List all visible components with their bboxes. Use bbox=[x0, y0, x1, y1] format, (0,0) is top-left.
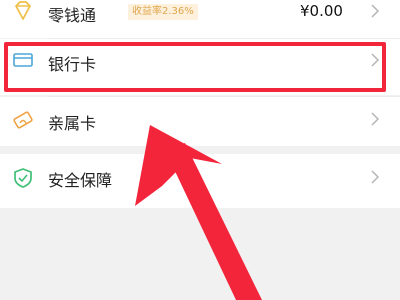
wallet-row-label: 零钱通 bbox=[48, 6, 97, 25]
balance-amount: ¥0.00 bbox=[300, 2, 343, 20]
chevron-right-icon bbox=[371, 4, 380, 18]
section-gap bbox=[0, 146, 400, 154]
yield-rate-badge: 收益率2.36% bbox=[128, 4, 198, 20]
wallet-row-family-card[interactable]: 亲属卡 bbox=[0, 97, 400, 153]
diamond-icon bbox=[15, 1, 31, 20]
shield-icon bbox=[14, 168, 32, 188]
wallet-row-security[interactable]: 安全保障 bbox=[0, 154, 400, 210]
chevron-right-icon bbox=[371, 112, 380, 126]
highlight-box bbox=[4, 42, 386, 92]
wallet-row-label: 安全保障 bbox=[48, 171, 113, 190]
chevron-right-icon bbox=[371, 170, 380, 184]
empty-background bbox=[0, 208, 400, 300]
family-card-icon bbox=[13, 111, 33, 129]
wallet-row-label: 亲属卡 bbox=[48, 114, 97, 133]
wallet-row-change[interactable]: 零钱通 收益率2.36% ¥0.00 bbox=[0, 0, 400, 38]
